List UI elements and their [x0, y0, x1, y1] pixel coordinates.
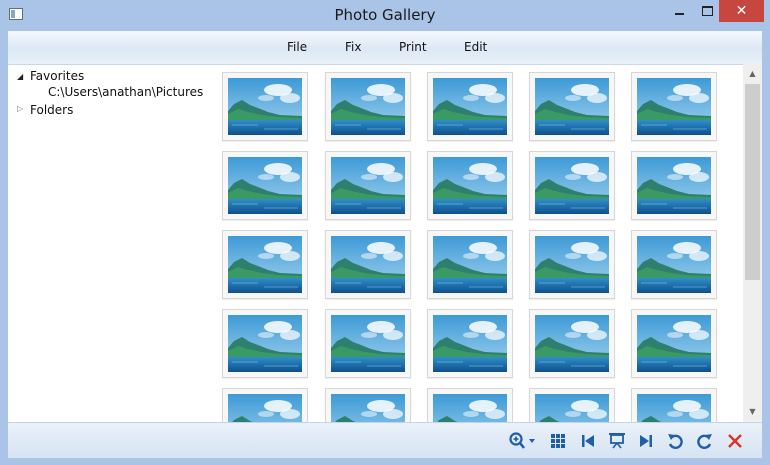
photo-thumbnail[interactable] — [325, 388, 411, 422]
landscape-photo-icon — [228, 315, 302, 372]
tree-item-folders[interactable]: ▷ Folders — [8, 101, 208, 117]
landscape-photo-icon — [331, 157, 405, 214]
menu-fix[interactable]: Fix — [345, 40, 361, 54]
landscape-photo-icon — [433, 236, 507, 293]
photo-gallery-window: Photo Gallery ✕ File Fix Print Edit ◢ Fa… — [0, 0, 770, 465]
maximize-icon — [702, 6, 713, 16]
maximize-button[interactable] — [696, 0, 719, 22]
landscape-photo-icon — [637, 315, 711, 372]
landscape-photo-icon — [228, 157, 302, 214]
photo-thumbnail[interactable] — [631, 151, 717, 220]
photo-thumbnail[interactable] — [529, 151, 615, 220]
tree-item-pictures-path[interactable]: C:\Users\anathan\Pictures — [48, 85, 203, 99]
zoom-icon — [509, 431, 535, 449]
photo-thumbnail[interactable] — [427, 388, 513, 422]
previous-button[interactable] — [578, 430, 598, 451]
landscape-photo-icon — [433, 315, 507, 372]
landscape-photo-icon — [228, 78, 302, 135]
photo-thumbnail[interactable] — [631, 72, 717, 141]
bottom-toolbar — [8, 422, 762, 458]
photo-thumbnail[interactable] — [222, 388, 308, 422]
next-icon — [640, 434, 652, 447]
delete-button[interactable] — [725, 430, 745, 451]
photo-thumbnail[interactable] — [427, 151, 513, 220]
minimize-button[interactable] — [662, 0, 696, 22]
photo-thumbnail[interactable] — [631, 309, 717, 378]
landscape-photo-icon — [433, 157, 507, 214]
photo-thumbnail[interactable] — [631, 230, 717, 299]
photo-thumbnail[interactable] — [222, 72, 308, 141]
landscape-photo-icon — [228, 236, 302, 293]
photo-thumbnail[interactable] — [325, 230, 411, 299]
photo-thumbnail[interactable] — [427, 309, 513, 378]
close-icon: ✕ — [735, 3, 748, 19]
menu-bar: File Fix Print Edit — [8, 31, 762, 65]
rotate-right-button[interactable] — [695, 430, 715, 451]
photo-thumbnail[interactable] — [325, 72, 411, 141]
delete-icon — [728, 433, 742, 448]
tree-item-label: Folders — [30, 103, 74, 117]
title-bar[interactable]: Photo Gallery ✕ — [0, 0, 770, 31]
collapse-arrow-icon[interactable]: ▷ — [17, 104, 23, 113]
photo-thumbnail[interactable] — [325, 151, 411, 220]
rotate-left-button[interactable] — [665, 430, 685, 451]
minimize-icon — [674, 13, 684, 15]
photo-thumbnail[interactable] — [222, 309, 308, 378]
menu-print[interactable]: Print — [399, 40, 427, 54]
next-button[interactable] — [636, 430, 656, 451]
landscape-photo-icon — [331, 315, 405, 372]
landscape-photo-icon — [228, 394, 302, 422]
photo-thumbnail[interactable] — [631, 388, 717, 422]
slideshow-button[interactable] — [606, 430, 628, 451]
landscape-photo-icon — [535, 394, 609, 422]
folder-tree: ◢ Favorites C:\Users\anathan\Pictures ▷ … — [8, 64, 213, 422]
photo-thumbnail[interactable] — [427, 72, 513, 141]
landscape-photo-icon — [535, 315, 609, 372]
photo-thumbnail[interactable] — [529, 388, 615, 422]
photo-thumbnail[interactable] — [529, 72, 615, 141]
close-button[interactable]: ✕ — [719, 0, 764, 22]
photo-thumbnail[interactable] — [222, 230, 308, 299]
landscape-photo-icon — [535, 157, 609, 214]
landscape-photo-icon — [637, 394, 711, 422]
menu-file[interactable]: File — [287, 40, 307, 54]
photo-thumbnail[interactable] — [529, 309, 615, 378]
grid-view-icon — [551, 433, 565, 448]
landscape-photo-icon — [637, 157, 711, 214]
photo-thumbnail[interactable] — [529, 230, 615, 299]
grid-view-button[interactable] — [548, 430, 568, 451]
rotate-left-icon — [668, 433, 683, 449]
rotate-right-icon — [697, 433, 712, 449]
landscape-photo-icon — [433, 394, 507, 422]
landscape-photo-icon — [331, 236, 405, 293]
expand-arrow-icon[interactable]: ◢ — [17, 72, 23, 81]
previous-icon — [582, 434, 594, 447]
photo-thumbnail[interactable] — [325, 309, 411, 378]
zoom-button[interactable] — [507, 430, 539, 451]
photo-thumbnail[interactable] — [427, 230, 513, 299]
vertical-scrollbar[interactable]: ▲ ▼ — [743, 64, 762, 422]
scroll-down-arrow-icon[interactable]: ▼ — [743, 404, 762, 420]
landscape-photo-icon — [331, 394, 405, 422]
landscape-photo-icon — [535, 78, 609, 135]
landscape-photo-icon — [331, 78, 405, 135]
tree-item-label: Favorites — [30, 69, 85, 83]
landscape-photo-icon — [535, 236, 609, 293]
tree-item-favorites[interactable]: ◢ Favorites — [8, 68, 208, 84]
landscape-photo-icon — [637, 236, 711, 293]
window-title: Photo Gallery — [334, 6, 436, 24]
thumbnail-grid — [213, 64, 743, 422]
scroll-up-arrow-icon[interactable]: ▲ — [743, 66, 762, 82]
landscape-photo-icon — [433, 78, 507, 135]
menu-edit[interactable]: Edit — [464, 40, 487, 54]
client-area: File Fix Print Edit ◢ Favorites C:\Users… — [8, 31, 762, 458]
slideshow-icon — [609, 433, 625, 449]
landscape-photo-icon — [637, 78, 711, 135]
photo-thumbnail[interactable] — [222, 151, 308, 220]
scrollbar-thumb[interactable] — [745, 84, 760, 280]
